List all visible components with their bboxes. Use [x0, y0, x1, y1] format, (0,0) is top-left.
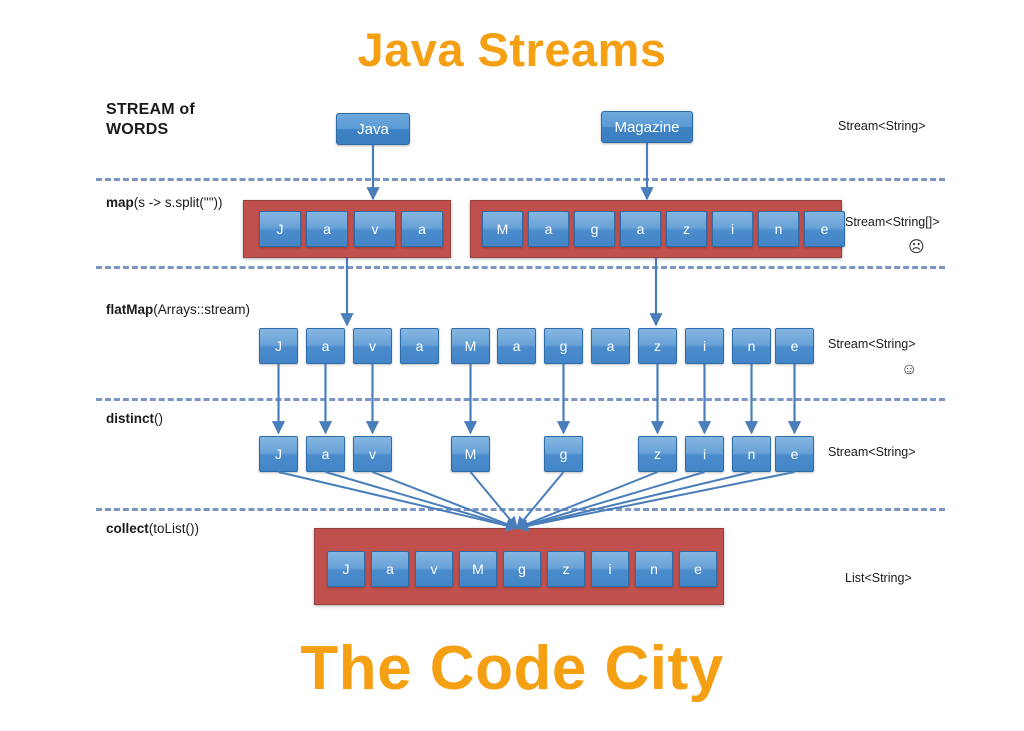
operation-label-collect: collect(toList()) [106, 521, 199, 536]
separator-line-4 [96, 508, 945, 511]
source-word-magazine: Magazine [601, 111, 693, 143]
letter-tile: v [353, 436, 392, 472]
letter-tile: n [758, 211, 799, 247]
letter-tile: a [528, 211, 569, 247]
arrow-distinct-to-collect-1 [325, 471, 519, 531]
letter-tile: e [804, 211, 845, 247]
source-word-java: Java [336, 113, 410, 145]
letter-tile: a [620, 211, 661, 247]
letter-tile: n [635, 551, 673, 587]
operation-label-distinct: distinct() [106, 411, 163, 426]
operation-label-map-name: map [106, 195, 134, 210]
sad-face-icon: ☹ [908, 239, 925, 256]
operation-label-distinct-args: () [154, 411, 164, 426]
letter-tile: v [415, 551, 453, 587]
arrow-distinct-to-collect-4 [516, 471, 565, 529]
diagram-canvas: Java Streams The Code City STREAM of WOR… [0, 0, 1024, 731]
letter-tile: J [327, 551, 365, 587]
letter-tile: e [775, 436, 814, 472]
letter-tile: n [732, 328, 771, 364]
letter-tile: a [371, 551, 409, 587]
type-label-row5: List<String> [845, 571, 912, 585]
arrow-distinct-to-collect-5 [515, 471, 658, 530]
letter-tile: J [259, 436, 298, 472]
letter-tile: M [482, 211, 523, 247]
letter-tile: e [775, 328, 814, 364]
letter-tile: M [451, 436, 490, 472]
letter-tile: i [591, 551, 629, 587]
letter-tile: g [503, 551, 541, 587]
arrow-distinct-to-collect-6 [515, 471, 705, 531]
operation-label-flatmap-args: (Arrays::stream) [153, 302, 251, 317]
letter-tile: v [354, 211, 396, 247]
page-title-top: Java Streams [357, 23, 667, 76]
letter-tile: a [591, 328, 630, 364]
letter-tile: z [547, 551, 585, 587]
type-label-row2: Stream<String[]> [845, 215, 940, 229]
type-label-row4: Stream<String> [828, 445, 916, 459]
letter-tile: M [451, 328, 490, 364]
type-label-row3: Stream<String> [828, 337, 916, 351]
letter-tile: a [401, 211, 443, 247]
operation-label-distinct-name: distinct [106, 411, 155, 426]
letter-tile: e [679, 551, 717, 587]
arrow-distinct-to-collect-0 [278, 471, 519, 532]
letter-tile: g [544, 436, 583, 472]
operation-label-flatmap-name: flatMap [106, 302, 154, 317]
separator-line-2 [96, 266, 945, 269]
type-label-row1: Stream<String> [838, 119, 926, 133]
arrow-distinct-to-collect-8 [515, 471, 795, 532]
separator-line-3 [96, 398, 945, 401]
arrow-distinct-to-collect-2 [372, 471, 519, 530]
separator-line-1 [96, 178, 945, 181]
operation-label-collect-name: collect [106, 521, 149, 536]
stream-of-words-line1: STREAM of [106, 101, 195, 118]
letter-tile: z [638, 436, 677, 472]
operation-label-map-args: (s -> s.split("")) [133, 195, 223, 210]
happy-face-icon: ☺ [901, 361, 918, 378]
letter-tile: a [497, 328, 536, 364]
letter-tile: i [685, 436, 724, 472]
arrow-distinct-to-collect-7 [515, 471, 752, 532]
letter-tile: a [306, 328, 345, 364]
letter-tile: g [574, 211, 615, 247]
letter-tile: a [306, 436, 345, 472]
page-title-bottom: The Code City [300, 634, 724, 703]
letter-tile: g [544, 328, 583, 364]
operation-label-map: map(s -> s.split("")) [106, 195, 222, 210]
operation-label-collect-args: (toList()) [148, 521, 200, 536]
letter-tile: J [259, 328, 298, 364]
operation-label-flatmap: flatMap(Arrays::stream) [106, 302, 250, 317]
letter-tile: i [685, 328, 724, 364]
letter-tile: z [666, 211, 707, 247]
letter-tile: i [712, 211, 753, 247]
letter-tile: M [459, 551, 497, 587]
stream-of-words-label: STREAM of WORDS [106, 100, 195, 141]
letter-tile: a [400, 328, 439, 364]
letter-tile: a [306, 211, 348, 247]
arrow-distinct-to-collect-3 [469, 471, 518, 529]
letter-tile: v [353, 328, 392, 364]
letter-tile: n [732, 436, 771, 472]
letter-tile: z [638, 328, 677, 364]
stream-of-words-line2: WORDS [106, 121, 169, 139]
letter-tile: J [259, 211, 301, 247]
